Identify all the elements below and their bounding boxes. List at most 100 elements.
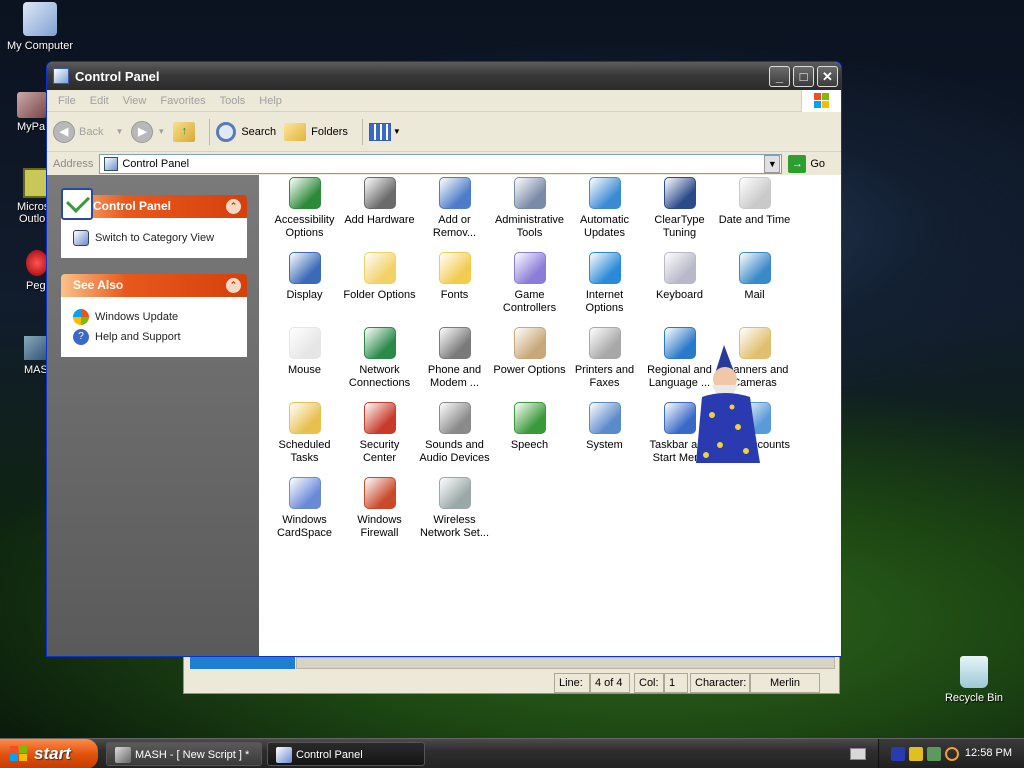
cp-item-date-time[interactable]: Date and Time	[717, 177, 792, 227]
address-field[interactable]: Control Panel ▼	[99, 153, 783, 174]
merlin-wizard-icon	[696, 345, 760, 463]
up-folder-button[interactable]: ↑	[173, 121, 196, 142]
editor-horizontal-scrollbar[interactable]	[296, 657, 835, 669]
cp-item-automatic-updates[interactable]: Automatic Updates	[567, 177, 642, 240]
task-control-panel-label: Control Panel	[296, 749, 363, 761]
cp-item-label: Scheduled	[278, 439, 331, 451]
help-and-support-link[interactable]: ? Help and Support	[73, 329, 237, 345]
cp-item-add-remove-programs[interactable]: Add or Remov...	[417, 177, 492, 240]
merlin-agent[interactable]	[688, 345, 768, 467]
maximize-button[interactable]: □	[793, 65, 814, 87]
search-button[interactable]: Search	[216, 121, 277, 142]
cp-item-internet-options[interactable]: Internet Options	[567, 252, 642, 315]
cp-item-system[interactable]: System	[567, 402, 642, 452]
cp-item-folder-options[interactable]: Folder Options	[342, 252, 417, 302]
keyboard-tray-icon[interactable]	[850, 748, 866, 760]
cp-item-wireless-network[interactable]: Wireless Network Set...	[417, 477, 492, 540]
see-also-header[interactable]: See Also ⌃	[61, 274, 247, 297]
toolbar-separator	[209, 118, 211, 145]
recycle-bin-icon	[960, 656, 988, 688]
search-tray-icon[interactable]	[945, 747, 959, 761]
network-tray-icon[interactable]	[927, 747, 941, 761]
cp-item-mail[interactable]: Mail	[717, 252, 792, 302]
cp-item-keyboard[interactable]: Keyboard	[642, 252, 717, 302]
collapse-chevron-icon[interactable]: ⌃	[226, 199, 241, 214]
wizard-tray-icon[interactable]	[891, 747, 905, 761]
cp-item-fonts[interactable]: Fonts	[417, 252, 492, 302]
cp-item-game-controllers[interactable]: Game Controllers	[492, 252, 567, 315]
mash-task-icon	[115, 747, 131, 763]
game-controllers-icon	[513, 252, 546, 284]
start-button[interactable]: start	[0, 739, 98, 768]
windows-flag-icon	[814, 93, 830, 109]
menu-favorites[interactable]: Favorites	[153, 95, 212, 107]
cp-item-label: Printers and	[574, 364, 635, 376]
desktop-icon-my-computer[interactable]: My Computer	[0, 2, 80, 52]
menu-edit[interactable]: Edit	[83, 95, 116, 107]
cp-item-label-2: Controllers	[502, 302, 557, 314]
cp-item-security-center[interactable]: Security Center	[342, 402, 417, 465]
cp-item-windows-cardspace[interactable]: Windows CardSpace	[267, 477, 342, 540]
search-label: Search	[241, 125, 277, 138]
cp-item-network-connections[interactable]: Network Connections	[342, 327, 417, 390]
desktop-icon-recycle-bin[interactable]: Recycle Bin	[934, 656, 1014, 704]
views-button[interactable]: ▼	[368, 122, 401, 141]
switch-to-category-view-link[interactable]: Switch to Category View	[73, 230, 237, 246]
cp-item-speech[interactable]: Speech	[492, 402, 567, 452]
editor-selection-bar	[190, 657, 295, 669]
cp-item-accessibility[interactable]: Accessibility Options	[267, 177, 342, 240]
administrative-tools-icon	[513, 177, 546, 209]
task-control-panel[interactable]: Control Panel	[267, 742, 425, 766]
clock[interactable]: 12:58 PM	[965, 747, 1012, 759]
folders-label: Folders	[311, 125, 348, 138]
cp-item-power-options[interactable]: Power Options	[492, 327, 567, 377]
cp-item-label: Accessibility	[274, 214, 335, 226]
close-button[interactable]: ✕	[817, 65, 838, 87]
cp-item-phone-modem[interactable]: Phone and Modem ...	[417, 327, 492, 390]
category-view-icon	[73, 230, 89, 246]
cp-item-label: Speech	[510, 439, 549, 451]
cp-item-windows-firewall[interactable]: Windows Firewall	[342, 477, 417, 540]
cp-item-mouse[interactable]: Mouse	[267, 327, 342, 377]
control-panel-logo-icon	[61, 188, 93, 220]
cp-item-display[interactable]: Display	[267, 252, 342, 302]
task-mash[interactable]: MASH - [ New Script ] *	[106, 742, 262, 766]
cp-item-label: Folder Options	[343, 289, 416, 301]
forward-button[interactable]: ▶ ▼	[131, 120, 165, 143]
windows-update-link[interactable]: Windows Update	[73, 309, 237, 325]
go-button[interactable]: → Go	[788, 154, 825, 173]
menu-tools[interactable]: Tools	[213, 95, 253, 107]
printers-faxes-icon	[588, 327, 621, 359]
desktop-icon-peg[interactable]: Peg	[26, 250, 48, 292]
menu-help[interactable]: Help	[252, 95, 289, 107]
cp-item-scheduled-tasks[interactable]: Scheduled Tasks	[267, 402, 342, 465]
minimize-button[interactable]: _	[769, 65, 790, 87]
windows-cardspace-icon	[288, 477, 321, 509]
desktop-icon-outlook[interactable]: Micros Outlo	[17, 168, 49, 225]
back-button[interactable]: ◀ Back ▼	[53, 120, 123, 143]
cp-item-label-2: Faxes	[589, 377, 620, 389]
cp-item-sounds-audio[interactable]: Sounds and Audio Devices	[417, 402, 492, 465]
collapse-chevron-icon[interactable]: ⌃	[226, 278, 241, 293]
up-folder-icon: ↑	[173, 121, 196, 142]
cp-item-label: Game	[514, 289, 545, 301]
desktop-icon-mypa[interactable]: MyPa	[17, 92, 47, 133]
cp-item-cleartype[interactable]: ClearType Tuning	[642, 177, 717, 240]
security-center-icon	[363, 402, 396, 434]
cp-item-printers-faxes[interactable]: Printers and Faxes	[567, 327, 642, 390]
cleartype-icon	[663, 177, 696, 209]
status-col-label: Col:	[634, 673, 664, 693]
address-dropdown-button[interactable]: ▼	[764, 154, 781, 173]
menu-file[interactable]: File	[51, 95, 83, 107]
security-shield-tray-icon[interactable]	[909, 747, 923, 761]
menu-view[interactable]: View	[116, 95, 154, 107]
folder-options-icon	[363, 252, 396, 284]
cp-item-label-2: CardSpace	[276, 527, 333, 539]
cp-item-label: Security	[359, 439, 400, 451]
folders-button[interactable]: Folders	[284, 122, 348, 141]
cp-item-add-hardware[interactable]: Add Hardware	[342, 177, 417, 227]
desktop-icon-mash[interactable]: MAS	[24, 336, 48, 376]
mash-icon	[24, 336, 46, 360]
title-bar[interactable]: Control Panel _ □ ✕	[47, 62, 841, 90]
cp-item-administrative-tools[interactable]: Administrative Tools	[492, 177, 567, 240]
